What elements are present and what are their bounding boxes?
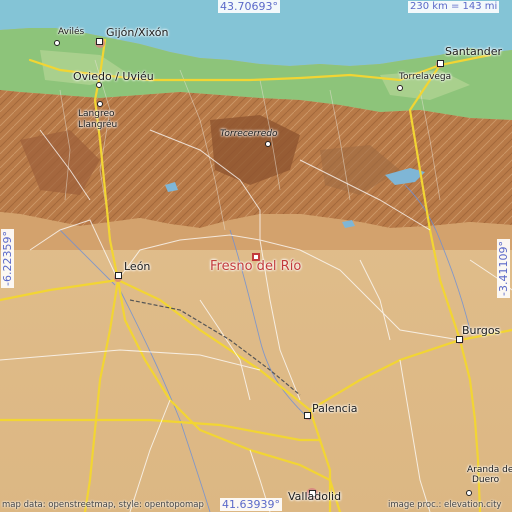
city-label-langreo: Langreo — [78, 109, 115, 119]
torrecerredo-marker — [265, 141, 271, 147]
city-label-oviedo: Oviedo / Uviéu — [73, 70, 154, 83]
city-label-llangreu: Llangréu — [78, 120, 118, 130]
scale-label: 230 km = 143 mi — [408, 1, 500, 13]
city-label-palencia: Palencia — [312, 402, 358, 415]
map-canvas[interactable]: Avilés Gijón/Xixón Oviedo / Uviéu Langre… — [0, 0, 512, 512]
city-label-aviles: Avilés — [58, 27, 85, 37]
map-credit: map data: openstreetmap, style: opentopo… — [2, 500, 204, 510]
city-label-duero: Duero — [472, 475, 500, 485]
latitude-bottom-label: 41.63939° — [220, 498, 282, 511]
target-location-label: Fresno del Río — [210, 259, 302, 274]
gijon-marker — [96, 38, 103, 45]
aviles-marker — [54, 40, 60, 46]
city-label-santander: Santander — [445, 45, 502, 58]
city-label-burgos: Burgos — [462, 324, 501, 337]
latitude-top-label: 43.70693° — [218, 0, 280, 13]
longitude-right-label: -3.41109° — [497, 239, 510, 298]
city-label-aranda: Aranda de — [467, 465, 512, 475]
torrelavega-marker — [397, 85, 403, 91]
santander-marker — [437, 60, 444, 67]
burgos-marker — [456, 336, 463, 343]
city-label-leon: León — [124, 260, 151, 273]
aranda-marker — [466, 490, 472, 496]
longitude-left-label: -6.22359° — [1, 229, 14, 288]
city-label-torrecerredo: Torrecerredo — [220, 129, 278, 139]
leon-marker — [115, 272, 122, 279]
langreo-marker — [97, 101, 103, 107]
palencia-marker — [304, 412, 311, 419]
city-label-gijon: Gijón/Xixón — [106, 26, 169, 39]
image-credit: image proc.: elevation.city — [388, 500, 502, 510]
city-label-torrelavega: Torrelavega — [399, 72, 452, 82]
city-label-valladolid: Valladolid — [288, 490, 342, 503]
